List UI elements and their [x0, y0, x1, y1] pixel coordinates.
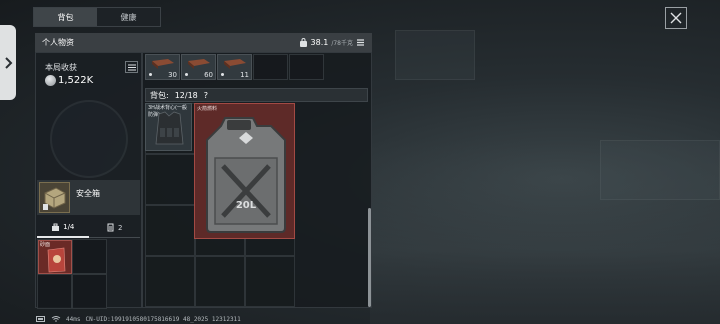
ammo-box-icon: [152, 59, 174, 69]
tab-backpack[interactable]: 背包: [34, 8, 97, 26]
ammo-row: 30 60 11: [145, 54, 324, 80]
ammo-count: 30: [168, 71, 177, 79]
ammo-count: 60: [204, 71, 213, 79]
pocket-cell[interactable]: [37, 274, 72, 309]
faction-emblem: [50, 100, 128, 178]
wifi-icon: [51, 316, 61, 322]
weight-indicator: 38.1 /78千克: [299, 38, 365, 47]
pocket-item[interactable]: 砂面: [38, 240, 72, 274]
ammo-dot-icon: [221, 73, 224, 76]
ammo-box-icon: [188, 59, 210, 69]
ammo-slot-empty[interactable]: [253, 54, 288, 80]
ammo-slot-1[interactable]: 30: [145, 54, 180, 80]
backpack-cell[interactable]: [245, 256, 295, 307]
snack-bag-icon: [47, 247, 66, 273]
pocket-icon: [52, 223, 60, 231]
earnings-value: 1,522K: [58, 75, 94, 86]
ammo-count: 11: [240, 71, 249, 79]
tactical-vest-item[interactable]: 3H战术背心(一般防弹): [145, 103, 192, 151]
pocket-subtabs: 1/4 2: [37, 218, 140, 238]
subtab-container-label: 2: [118, 223, 123, 232]
inventory-scrollbar[interactable]: [368, 208, 371, 307]
coin-icon: [45, 75, 56, 86]
side-panel-toggle[interactable]: [0, 25, 16, 100]
earnings-box: 本局收获 1,522K: [41, 58, 138, 100]
tab-health[interactable]: 健康: [97, 8, 160, 26]
backpack-capacity-bar: 背包: 12/18 ?: [145, 88, 368, 102]
personal-supplies-header: 个人物资 38.1 /78千克: [35, 33, 372, 52]
ammo-dot-icon: [185, 73, 188, 76]
tactical-vest-icon: [155, 111, 184, 145]
background-crate: [600, 140, 720, 200]
jerry-can-icon: 20L: [206, 117, 286, 233]
backpack-cell[interactable]: [145, 205, 195, 256]
weight-icon: [299, 38, 308, 47]
ping-value: 44ms: [66, 315, 81, 323]
ammo-box-icon: [224, 59, 246, 69]
svg-text:20L: 20L: [236, 200, 257, 211]
earnings-label: 本局收获: [45, 63, 77, 72]
backpack-help-icon[interactable]: ?: [204, 91, 208, 100]
weight-current: 38.1: [310, 38, 329, 47]
rocket-fuel-name: 火箭燃料: [197, 106, 218, 112]
backpack-capacity: 12/18: [174, 90, 198, 100]
ammo-slot-3[interactable]: 11: [217, 54, 252, 80]
pocket-cell[interactable]: [72, 274, 107, 309]
page-title: 个人物资: [42, 38, 74, 47]
backpack-cell[interactable]: [195, 256, 245, 307]
safe-box-icon: [43, 187, 66, 210]
user-uid: CN-UID:1991910580175816619 48_2025 12312…: [85, 315, 241, 323]
rocket-fuel-item[interactable]: 火箭燃料 20L: [194, 103, 295, 239]
status-footer: 44ms CN-UID:1991910580175816619 48_2025 …: [36, 314, 241, 324]
list-icon: [127, 64, 136, 70]
subtab-pocket[interactable]: 1/4: [37, 218, 89, 238]
chevron-right-icon: [4, 56, 12, 69]
subtab-container[interactable]: 2: [88, 218, 140, 238]
battery-icon: [36, 316, 45, 322]
safe-box-label: 安全箱: [76, 189, 100, 198]
backpack-label: 背包:: [150, 90, 169, 100]
ammo-slot-2[interactable]: 60: [181, 54, 216, 80]
subtab-pocket-label: 1/4: [63, 223, 75, 231]
close-button[interactable]: [665, 7, 687, 29]
backpack-cell[interactable]: [145, 154, 195, 205]
pocket-cell[interactable]: [72, 239, 107, 274]
earnings-detail-button[interactable]: [125, 61, 138, 73]
background-wall: [395, 30, 475, 80]
backpack-cell[interactable]: [145, 256, 195, 307]
close-icon: [670, 12, 682, 24]
ammo-dot-icon: [149, 73, 152, 76]
container-icon: [107, 223, 114, 232]
menu-list-icon[interactable]: [356, 38, 365, 47]
weight-max: /78千克: [331, 40, 353, 47]
top-tabs: 背包 健康: [33, 7, 161, 27]
safe-box-slot[interactable]: 安全箱: [37, 180, 140, 215]
ammo-slot-empty[interactable]: [289, 54, 324, 80]
safe-box-item[interactable]: [39, 182, 70, 213]
